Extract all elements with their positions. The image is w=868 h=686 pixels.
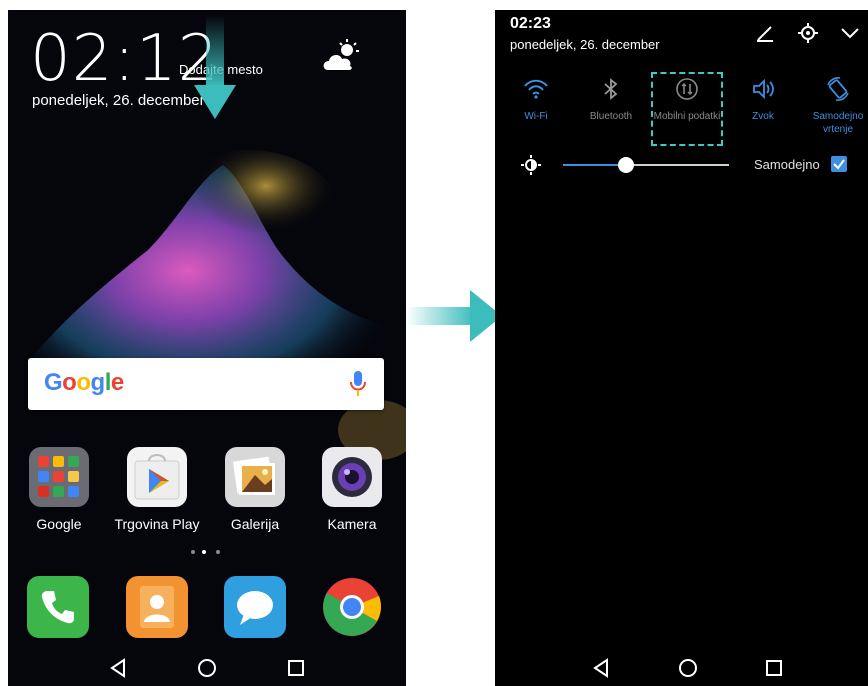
- page-dot-active: [202, 550, 206, 554]
- notification-shade: 02:23 ponedeljek, 26. december Wi-Fi Blu…: [495, 10, 868, 686]
- edit-pencil-icon[interactable]: [754, 22, 776, 44]
- google-logo-letter: o: [76, 369, 91, 396]
- shade-date: ponedeljek, 26. december: [510, 37, 660, 52]
- app-label: Galerija: [230, 516, 280, 532]
- shade-time: 02:23: [510, 15, 551, 32]
- tile-label: Zvok: [752, 111, 774, 122]
- transition-arrow-icon: [406, 290, 502, 342]
- tile-wifi[interactable]: Wi-Fi: [501, 76, 571, 123]
- page-dot: [191, 550, 195, 554]
- brightness-icon: [521, 155, 541, 175]
- tile-bluetooth[interactable]: Bluetooth: [576, 76, 646, 123]
- google-search-bar[interactable]: Google: [28, 358, 384, 410]
- app-gallery[interactable]: Galerija: [210, 447, 300, 532]
- dock-contacts[interactable]: [112, 576, 202, 638]
- google-logo-letter: G: [44, 369, 63, 396]
- camera-icon: [322, 447, 382, 507]
- auto-rotate-icon: [827, 77, 849, 101]
- page-indicator: [191, 550, 231, 556]
- home-icon[interactable]: [195, 656, 219, 680]
- brightness-row: Samodejno: [495, 150, 868, 180]
- home-date: ponedeljek, 26. december: [32, 92, 205, 109]
- app-label: Trgovina Play: [114, 516, 200, 532]
- google-logo-letter: e: [110, 369, 124, 396]
- navigation-bar: [8, 650, 406, 686]
- play-store-icon: [127, 447, 187, 507]
- messages-icon: [224, 576, 286, 638]
- sound-icon: [753, 78, 774, 100]
- navigation-bar: [495, 650, 868, 686]
- google-logo: Google: [44, 369, 124, 397]
- tile-label: Bluetooth: [589, 111, 633, 122]
- tile-sound[interactable]: Zvok: [728, 76, 798, 123]
- settings-gear-icon[interactable]: [797, 22, 819, 44]
- recents-icon[interactable]: [762, 656, 786, 680]
- auto-brightness-checkbox[interactable]: [831, 156, 847, 172]
- back-icon[interactable]: [107, 656, 131, 680]
- home-screen: 02:12 Dodajte mesto ponedeljek, 26. dece…: [8, 10, 406, 686]
- microphone-icon[interactable]: [350, 370, 366, 398]
- recents-icon[interactable]: [284, 656, 308, 680]
- brightness-slider-fill: [563, 164, 627, 166]
- app-play-store[interactable]: Trgovina Play: [112, 447, 202, 532]
- app-google-folder[interactable]: Google: [14, 447, 104, 532]
- auto-brightness-label: Samodejno: [754, 157, 820, 172]
- google-logo-letter: o: [62, 369, 77, 396]
- page-dot: [216, 550, 220, 554]
- app-label: Kamera: [327, 516, 377, 532]
- tile-label: Wi-Fi: [524, 111, 548, 122]
- chevron-down-icon[interactable]: [839, 22, 861, 44]
- swipe-down-arrow-icon: [194, 15, 236, 119]
- dock-chrome[interactable]: [307, 576, 397, 638]
- brightness-slider-knob[interactable]: [618, 157, 635, 173]
- chrome-icon: [321, 576, 383, 638]
- back-icon[interactable]: [590, 656, 614, 680]
- contacts-icon: [126, 576, 188, 638]
- app-camera[interactable]: Kamera: [307, 447, 397, 532]
- phone-icon: [27, 576, 89, 638]
- checkmark-icon: [833, 159, 845, 170]
- gallery-icon: [225, 447, 285, 507]
- google-logo-letter: g: [90, 369, 106, 396]
- wifi-icon: [524, 79, 548, 99]
- home-icon[interactable]: [676, 656, 700, 680]
- bluetooth-icon: [604, 78, 618, 100]
- dock-messages[interactable]: [210, 576, 300, 638]
- dock-phone[interactable]: [13, 576, 103, 638]
- brightness-slider[interactable]: [563, 157, 729, 173]
- tile-auto-rotate[interactable]: Samodejno vrtenje: [803, 76, 868, 136]
- mobile-data-highlight: [651, 72, 723, 146]
- app-label: Google: [36, 516, 82, 532]
- google-folder-icon: [29, 447, 89, 507]
- wallpaper-image: [8, 150, 406, 460]
- tile-label: Samodejno vrtenje: [812, 111, 864, 135]
- weather-cloud-sun-icon[interactable]: [320, 38, 360, 74]
